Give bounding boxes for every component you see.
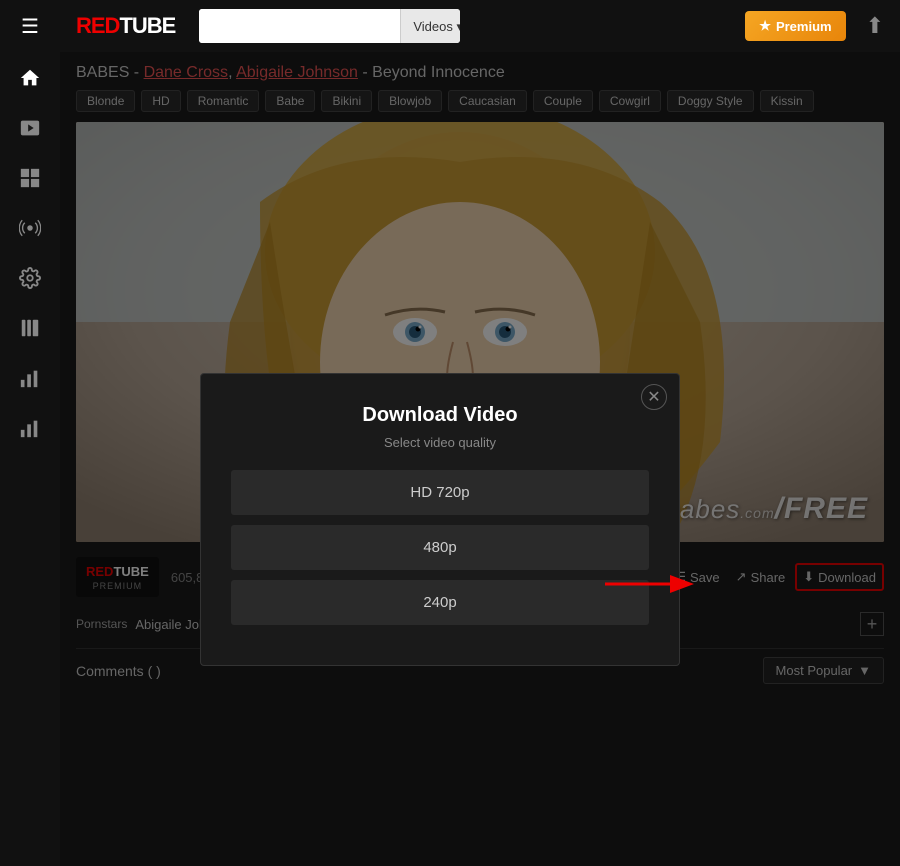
hamburger-icon[interactable]: ☰ (21, 14, 39, 39)
upload-button[interactable]: ⬆ (866, 13, 884, 39)
modal-overlay[interactable]: ✕ Download Video Select video quality HD… (60, 52, 900, 866)
modal-close-button[interactable]: ✕ (641, 384, 667, 410)
search-bar: Videos ▾ 🔍 (199, 9, 460, 43)
header: RED TUBE Videos ▾ 🔍 ★ Premium ⬆ (60, 0, 900, 52)
sidebar-item-settings[interactable] (0, 253, 60, 303)
search-category-select[interactable]: Videos ▾ (400, 9, 460, 43)
sidebar-item-categories[interactable] (0, 153, 60, 203)
sidebar-item-stats2[interactable] (0, 403, 60, 453)
logo-tube: TUBE (119, 13, 175, 39)
red-arrow (600, 564, 700, 604)
download-modal: ✕ Download Video Select video quality HD… (200, 373, 680, 666)
sidebar-item-videos[interactable] (0, 103, 60, 153)
logo[interactable]: RED TUBE (76, 13, 175, 39)
main-content: RED TUBE Videos ▾ 🔍 ★ Premium ⬆ BABES - … (60, 0, 900, 866)
sidebar-item-home[interactable] (0, 53, 60, 103)
sidebar-item-library[interactable] (0, 303, 60, 353)
premium-star-icon: ★ (759, 18, 771, 34)
premium-label: Premium (776, 19, 832, 34)
modal-title: Download Video (231, 404, 649, 427)
premium-button[interactable]: ★ Premium (745, 11, 845, 41)
sidebar-item-live[interactable] (0, 203, 60, 253)
search-input[interactable] (199, 9, 400, 43)
modal-subtitle: Select video quality (231, 435, 649, 450)
quality-hd-720p-button[interactable]: HD 720p (231, 470, 649, 515)
quality-480p-button[interactable]: 480p (231, 525, 649, 570)
content-area: BABES - Dane Cross, Abigaile Johnson - B… (60, 52, 900, 866)
logo-red: RED (76, 13, 119, 39)
sidebar-menu-btn[interactable]: ☰ (0, 0, 60, 53)
sidebar-item-stats1[interactable] (0, 353, 60, 403)
sidebar: ☰ (0, 0, 60, 866)
quality-240p-button[interactable]: 240p (231, 580, 649, 625)
